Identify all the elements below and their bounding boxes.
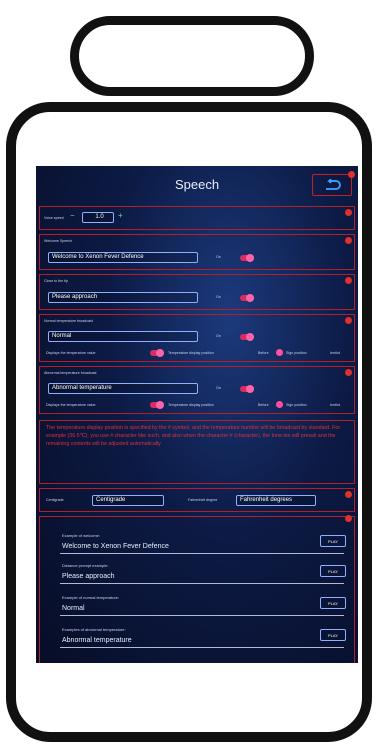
normal-after-label: Sign position	[286, 351, 307, 355]
centigrade-input[interactable]: Centigrade	[92, 495, 164, 506]
example-abnormal-value: Abnormal temperature	[62, 637, 132, 644]
normal-broadcast-section: Normal temperature broadcast Normal On D…	[39, 314, 355, 362]
example-normal-value: Normal	[62, 605, 85, 612]
close-label: Close to the tip	[44, 279, 68, 283]
abnormal-display-label: Displays the temperature value	[46, 403, 96, 407]
abnormal-turned-label: Ienthd	[330, 403, 340, 407]
badge-7	[345, 491, 352, 498]
badge-6	[345, 369, 352, 376]
divider	[60, 615, 344, 616]
abnormal-position-radio[interactable]	[276, 401, 283, 408]
abnormal-before-label: Before	[258, 403, 269, 407]
badge-4	[345, 277, 352, 284]
close-on-label: On	[216, 295, 221, 299]
abnormal-on-label: On	[216, 386, 221, 390]
normal-before-label: Before	[258, 351, 269, 355]
abnormal-position-label: Temperature display position	[168, 403, 214, 407]
back-button[interactable]	[312, 171, 355, 196]
abnormal-input[interactable]: Abnormal temperature	[48, 383, 198, 394]
fahrenheit-label: Fahrenheit degree	[188, 498, 218, 502]
example-normal-label: Example of normal temperature:	[62, 595, 120, 600]
welcome-label: Welcome Speech	[44, 239, 73, 243]
play-distance-button[interactable]: PLAY	[320, 565, 346, 577]
examples-section: Example of welcome: Welcome to Xenon Fev…	[39, 515, 355, 663]
divider	[60, 553, 344, 554]
abnormal-broadcast-section: Abnormal temperature broadcast Abnormal …	[39, 366, 355, 414]
welcome-speech-section: Welcome Speech Welcome to Xenon Fever De…	[39, 234, 355, 270]
normal-label: Normal temperature broadcast	[44, 319, 93, 323]
normal-display-label: Displays the temperature value	[46, 351, 96, 355]
speed-increase-button[interactable]: +	[118, 211, 123, 220]
normal-toggle[interactable]	[240, 333, 254, 341]
abnormal-label: Abnormal temperature broadcast	[44, 371, 97, 375]
play-welcome-button[interactable]: PLAY	[320, 535, 346, 547]
welcome-toggle[interactable]	[240, 254, 254, 262]
badge-3	[345, 237, 352, 244]
hash-position-note: The temperature display position is spec…	[39, 420, 355, 484]
device-top-cap	[70, 16, 314, 96]
abnormal-toggle[interactable]	[240, 385, 254, 393]
fahrenheit-input[interactable]: Fahrenheit degrees	[236, 495, 316, 506]
close-input[interactable]: Please approach	[48, 292, 198, 303]
units-section: Centigrade Centigrade Fahrenheit degree …	[39, 488, 355, 512]
play-abnormal-button[interactable]: PLAY	[320, 629, 346, 641]
badge-8	[345, 515, 352, 522]
divider	[60, 583, 344, 584]
example-welcome-value: Welcome to Xenon Fever Defence	[62, 543, 169, 550]
normal-input[interactable]: Normal	[48, 331, 198, 342]
badge-1	[348, 171, 355, 178]
badge-2	[345, 209, 352, 216]
normal-position-radio[interactable]	[276, 349, 283, 356]
normal-on-label: On	[216, 334, 221, 338]
welcome-input[interactable]: Welcome to Xenon Fever Defence	[48, 252, 198, 263]
normal-display-toggle[interactable]	[150, 349, 164, 357]
example-distance-label: Distance prompt example:	[62, 563, 109, 568]
speed-decrease-button[interactable]: −	[70, 211, 75, 220]
speed-value-field[interactable]: 1.0	[82, 212, 114, 223]
example-distance-value: Please approach	[62, 573, 115, 580]
app-screen: Speech Voice speed − 1.0 + Welcome Speec…	[36, 166, 358, 663]
normal-position-label: Temperature display position	[168, 351, 214, 355]
header: Speech	[36, 166, 358, 206]
example-welcome-label: Example of welcome:	[62, 533, 101, 538]
example-abnormal-label: Examples of abnormal temperature:	[62, 627, 126, 632]
close-tip-section: Close to the tip Please approach On	[39, 274, 355, 310]
abnormal-display-toggle[interactable]	[150, 401, 164, 409]
welcome-on-label: On	[216, 255, 221, 259]
play-normal-button[interactable]: PLAY	[320, 597, 346, 609]
centigrade-label: Centigrade	[46, 498, 64, 502]
divider	[60, 647, 344, 648]
voice-speed-label: Voice speed	[44, 216, 64, 220]
badge-5	[345, 317, 352, 324]
page-title: Speech	[174, 177, 220, 192]
return-arrow-icon	[326, 179, 341, 190]
close-toggle[interactable]	[240, 294, 254, 302]
voice-speed-section: Voice speed − 1.0 +	[39, 206, 355, 230]
normal-turned-label: Ienthd	[330, 351, 340, 355]
abnormal-after-label: Sign position	[286, 403, 307, 407]
